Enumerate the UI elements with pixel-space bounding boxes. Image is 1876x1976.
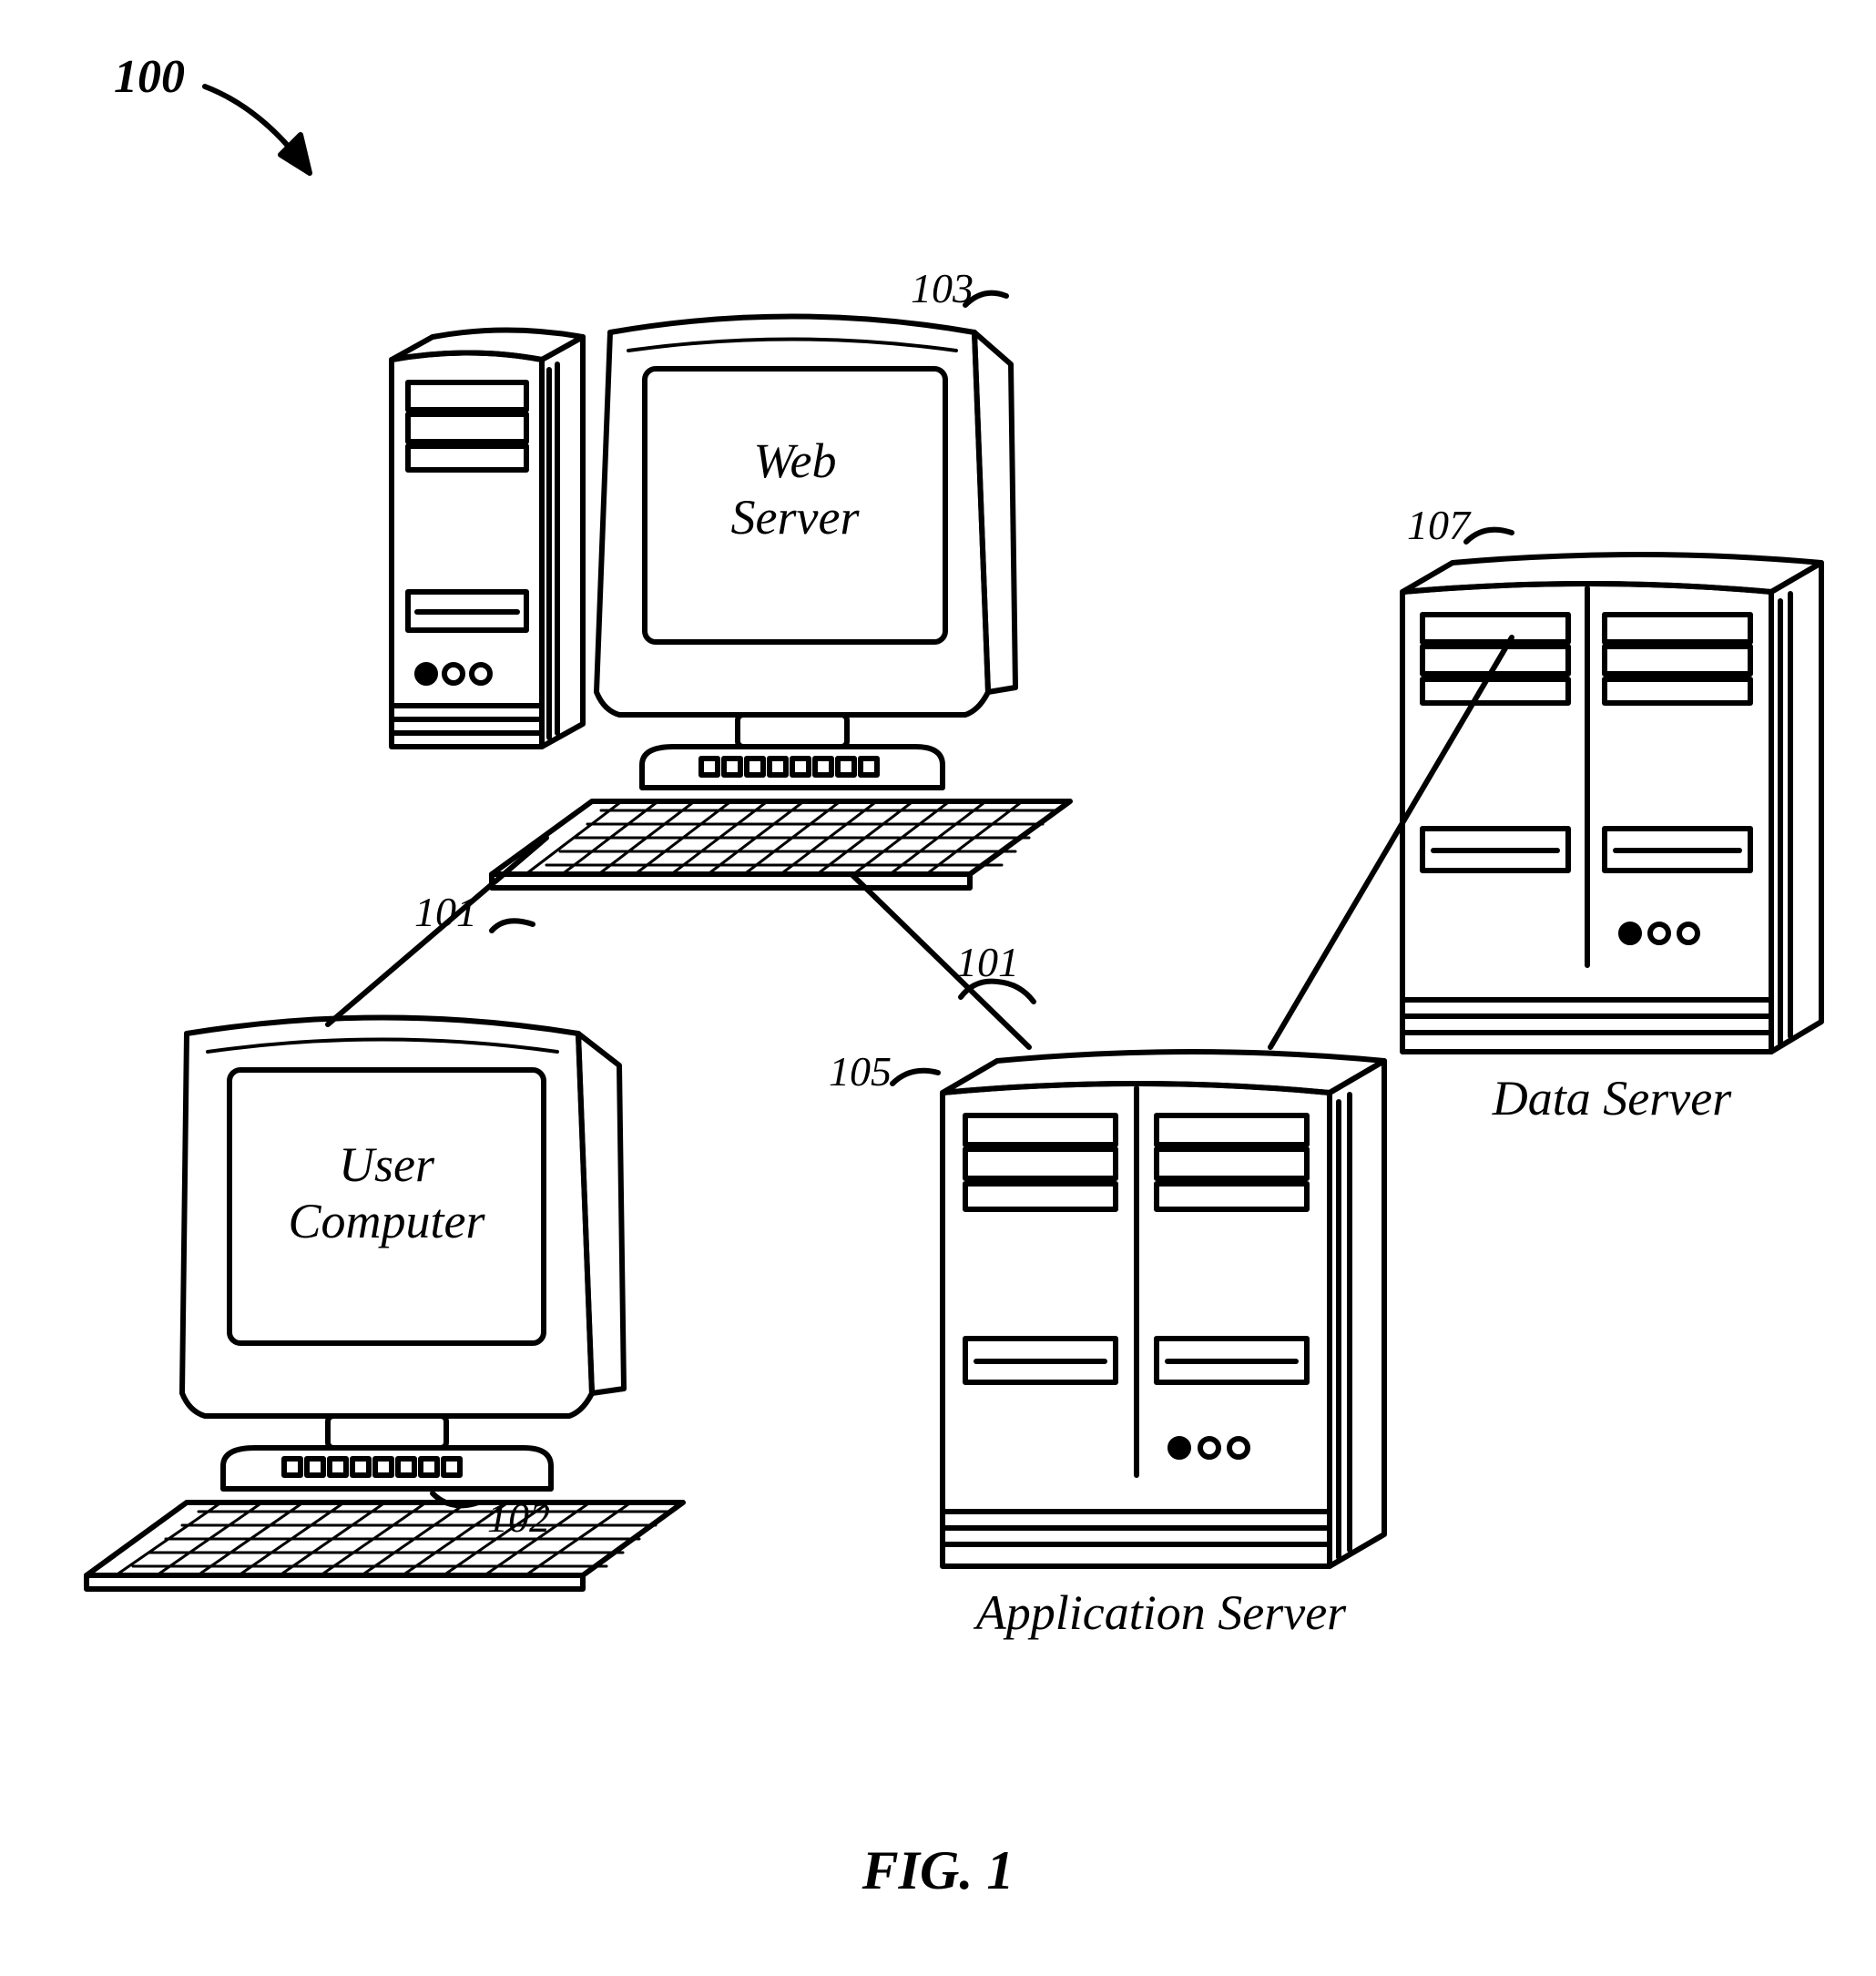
web-server-label: WebServer	[645, 433, 945, 545]
user-computer-ref: 102	[487, 1493, 550, 1542]
figure-title: FIG. 1	[0, 1839, 1876, 1902]
data-server-label: Data Server	[1448, 1070, 1776, 1126]
link-user-web-ref: 101	[414, 888, 477, 936]
application-server-label: Application Server	[938, 1584, 1384, 1641]
application-server-ref: 105	[829, 1047, 892, 1095]
data-server-node	[1402, 555, 1821, 1052]
link-web-app-ref: 101	[956, 938, 1019, 986]
diagram-canvas: { "figure_ref": "100", "nodes": { "web_s…	[0, 0, 1876, 1976]
web-server-node	[392, 317, 1070, 889]
application-server-node	[943, 1052, 1384, 1566]
data-server-ref: 107	[1407, 501, 1470, 549]
figure-ref: 100	[114, 50, 185, 104]
web-server-ref: 103	[911, 264, 974, 312]
user-computer-label: UserComputer	[229, 1136, 544, 1249]
user-computer-node	[87, 1018, 683, 1590]
